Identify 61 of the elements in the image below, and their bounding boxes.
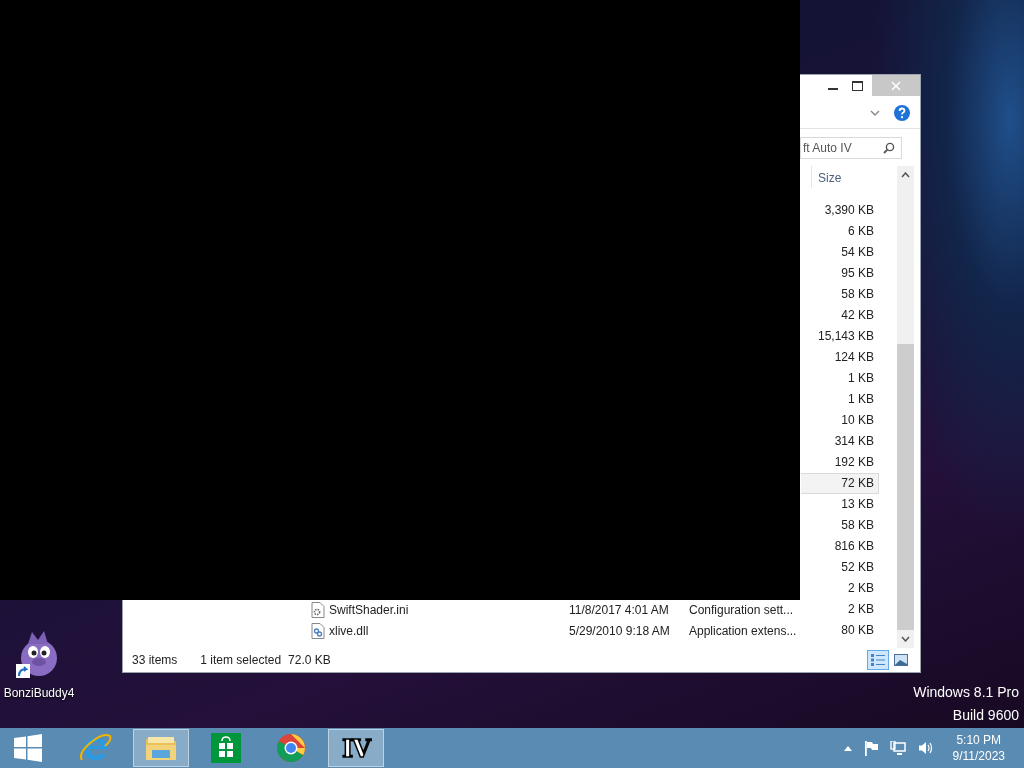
size-cell-text: 15,143 KB — [816, 328, 875, 345]
size-cell-text: 314 KB — [833, 433, 875, 450]
selection-status: 1 item selected — [200, 653, 282, 667]
size-cell-text: 52 KB — [840, 559, 875, 576]
os-edition-text: Build 9600 — [952, 707, 1019, 723]
size-cell-text: 1 KB — [847, 391, 875, 408]
details-view-button[interactable] — [867, 650, 889, 670]
selected-size-cell: 72 KB — [801, 473, 879, 494]
search-field[interactable]: ft Auto IV — [800, 136, 902, 159]
type-cell: Configuration sett... — [689, 602, 794, 617]
picture-icon — [894, 654, 908, 666]
desktop-icon-label[interactable]: BonziBuddy4 — [3, 686, 75, 700]
size-cell-text: 58 KB — [840, 286, 875, 303]
scroll-down-icon[interactable] — [901, 636, 910, 642]
size-cell-text: 58 KB — [840, 517, 875, 534]
size-cell-text: 2 KB — [847, 580, 875, 597]
search-input[interactable]: ft Auto IV — [801, 140, 883, 155]
ring-browser-icon — [276, 733, 306, 763]
search-icon[interactable] — [883, 141, 895, 154]
flag-icon[interactable] — [863, 740, 878, 756]
column-header[interactable]: Size — [811, 166, 885, 188]
size-cell-text: 80 KB — [840, 622, 875, 639]
show-hidden-icons-icon[interactable] — [843, 745, 852, 751]
date-cell: 11/8/2017 4:01 AM — [569, 602, 669, 617]
network-icon[interactable] — [889, 740, 906, 756]
file-name[interactable]: xlive.dll — [329, 623, 369, 638]
vertical-scrollbar[interactable] — [897, 166, 914, 648]
chevron-down-icon[interactable] — [870, 110, 880, 116]
size-cell-text: 13 KB — [840, 496, 875, 513]
speaker-icon[interactable] — [917, 741, 933, 755]
selection-size: 72.0 KB — [288, 653, 331, 667]
size-cell-text: 816 KB — [833, 538, 875, 555]
minimize-icon — [828, 88, 838, 90]
maximize-icon — [851, 80, 863, 91]
size-cell-text: 6 KB — [847, 223, 875, 240]
scrollbar-thumb[interactable] — [897, 344, 914, 630]
size-cell-text: 54 KB — [840, 244, 875, 261]
size-cell-text: 192 KB — [833, 454, 875, 471]
logo-text: IV — [342, 733, 370, 763]
size-cell-text: 95 KB — [840, 265, 875, 282]
size-cell-text: 3,390 KB — [823, 202, 875, 219]
taskbar-button[interactable] — [133, 729, 189, 767]
os-edition-text: Windows 8.1 Pro — [913, 684, 1019, 700]
date-cell: 5/29/2010 9:18 AM — [569, 623, 670, 638]
details-list-icon — [870, 653, 886, 667]
size-cell-text: 42 KB — [840, 307, 875, 324]
taskbar-clock[interactable]: 5:10 PM 9/11/2023 — [952, 732, 1005, 764]
library-file-icon — [311, 622, 325, 639]
windows-logo-icon — [14, 734, 42, 762]
help-icon[interactable] — [894, 105, 910, 121]
shopping-bag-icon — [211, 733, 241, 763]
item-count: 33 items — [132, 653, 178, 667]
close-icon — [891, 80, 901, 91]
file-name[interactable]: SwiftShader.ini — [329, 602, 409, 617]
size-cell-text: 10 KB — [840, 412, 875, 429]
scroll-up-icon[interactable] — [901, 172, 910, 178]
size-cell-text: 2 KB — [847, 601, 875, 618]
size-cell-text: 124 KB — [833, 349, 875, 366]
type-cell: Application extens... — [689, 623, 797, 638]
settings-file-icon — [311, 601, 325, 618]
size-cell-text: 1 KB — [847, 370, 875, 387]
